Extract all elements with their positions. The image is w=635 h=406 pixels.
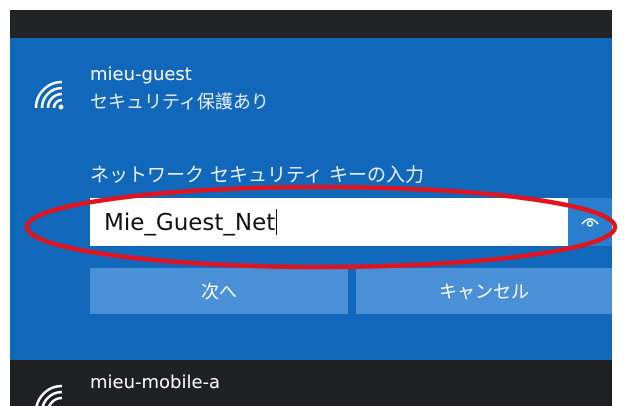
wifi-icon [35,384,63,406]
next-button-label: 次へ [201,282,237,303]
cancel-button[interactable]: キャンセル [356,268,612,314]
network-name: mieu-mobile-a [90,372,221,393]
eye-icon [581,218,599,227]
security-key-prompt: ネットワーク セキュリティ キーの入力 [90,164,424,186]
wifi-icon [34,80,64,110]
network-item-mieu-mobile-a[interactable]: mieu-mobile-a [10,360,612,406]
selected-network-item[interactable]: mieu-guest セキュリティ保護あり ネットワーク セキュリティ キーの入… [10,38,612,360]
previous-network-item[interactable] [10,10,612,38]
text-caret [276,209,278,235]
reveal-password-button[interactable] [568,198,612,246]
security-key-input[interactable]: Mie_Guest_Net [90,198,568,246]
cancel-button-label: キャンセル [439,282,529,303]
network-name: mieu-guest [90,64,192,85]
network-security-status: セキュリティ保護あり [90,92,269,113]
wifi-flyout: mieu-guest セキュリティ保護あり ネットワーク セキュリティ キーの入… [10,10,612,406]
next-button[interactable]: 次へ [90,268,348,314]
security-key-value: Mie_Guest_Net [104,209,278,236]
